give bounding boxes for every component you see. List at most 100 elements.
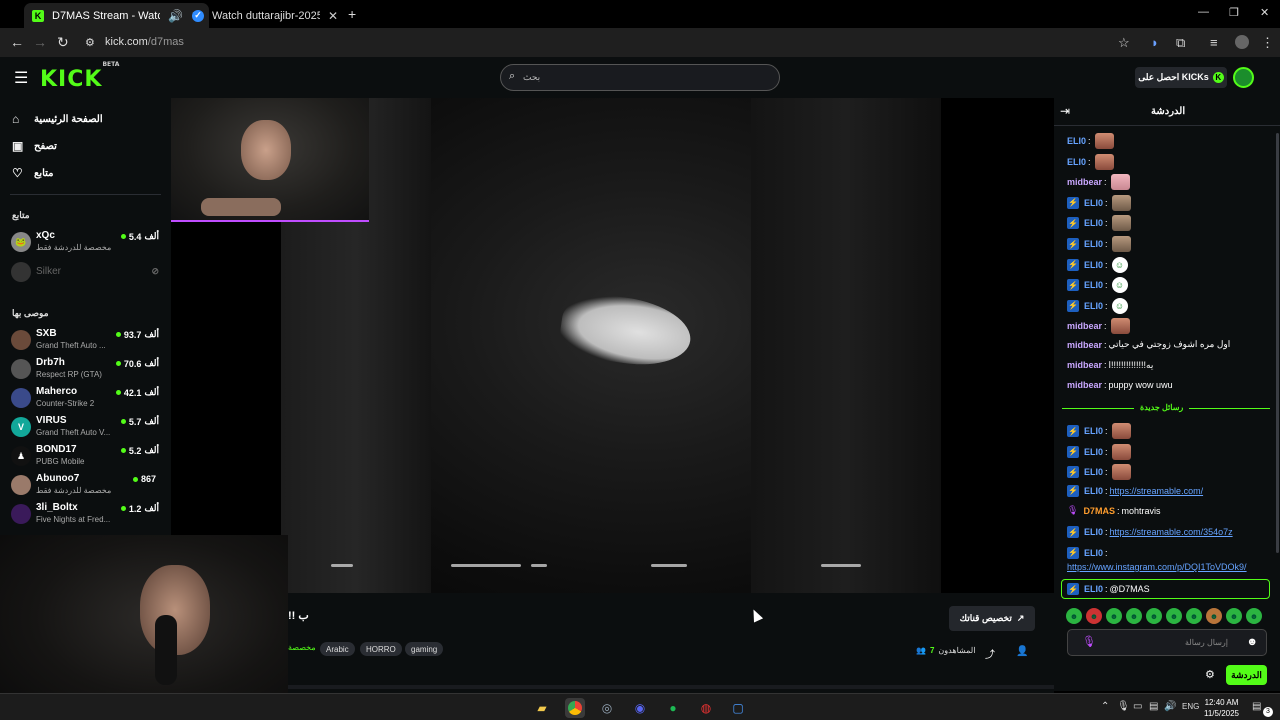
close-tab-icon[interactable]: ✕	[328, 9, 338, 23]
user-avatar[interactable]	[1233, 67, 1254, 88]
steam-icon[interactable]: ◎	[597, 698, 617, 718]
emote-icon[interactable]: ☻	[1186, 608, 1202, 624]
chat-settings-gear-icon[interactable]: ⚙	[1205, 668, 1215, 681]
browser-tab[interactable]: ✓ Watch duttarajibr-20250304_2 ✕	[184, 3, 346, 28]
emote-icon[interactable]	[1094, 153, 1114, 170]
extensions-icon[interactable]: ⧉	[1176, 35, 1185, 51]
emote-icon[interactable]: ☻	[1066, 608, 1082, 624]
chat-username[interactable]: ELI0	[1084, 447, 1103, 457]
emote-icon[interactable]	[1110, 174, 1130, 191]
forward-icon[interactable]: →	[33, 34, 47, 50]
tray-network-icon[interactable]: ▤	[1149, 701, 1158, 712]
tray-display-icon[interactable]: ▭	[1133, 701, 1142, 712]
tag-pill[interactable]: Arabic	[320, 642, 355, 656]
chat-input[interactable]: 🎙 إرسال رسالة ☻	[1067, 629, 1267, 656]
chat-send-button[interactable]: الدردشة	[1226, 665, 1267, 685]
chat-username[interactable]: ELI0	[1084, 260, 1103, 270]
speaker-icon[interactable]: 🔊	[168, 9, 183, 23]
discord-icon[interactable]: ◉	[630, 698, 650, 718]
chat-link[interactable]: https://streamable.com/354o7z	[1110, 527, 1233, 537]
channel-silker[interactable]: Silker ⊘	[10, 258, 165, 286]
url-field[interactable]: kick.com/d7mas	[105, 36, 184, 48]
tray-volume-icon[interactable]: 🔊	[1164, 701, 1176, 712]
channel-maherco[interactable]: Maherco Counter-Strike 2 42.1 ألف	[10, 384, 165, 412]
emote-icon[interactable]: ☻	[1206, 608, 1222, 624]
chat-username[interactable]: D7MAS	[1083, 506, 1115, 516]
emote-icon[interactable]: ☻	[1146, 608, 1162, 624]
close-window-icon[interactable]: ✕	[1260, 6, 1269, 19]
chat-username[interactable]: midbear	[1067, 360, 1102, 370]
channel-virus[interactable]: V VIRUS Grand Theft Auto V... 5.7 ألف	[10, 413, 165, 441]
chat-username[interactable]: ELI0	[1084, 548, 1103, 558]
chat-username[interactable]: ELI0	[1084, 218, 1103, 228]
chat-username[interactable]: midbear	[1067, 177, 1102, 187]
chat-username[interactable]: midbear	[1067, 380, 1102, 390]
notification-icon[interactable]: ▤	[1252, 701, 1261, 712]
media-queue-icon[interactable]: ≡	[1210, 35, 1218, 50]
scroll-track[interactable]	[288, 685, 1054, 689]
language-indicator[interactable]: ENG	[1182, 702, 1199, 711]
browser-menu-icon[interactable]: ⋮	[1261, 35, 1274, 51]
emote-icon[interactable]	[1094, 133, 1114, 149]
reload-icon[interactable]: ↻	[57, 34, 69, 51]
restore-icon[interactable]: ❐	[1229, 6, 1239, 19]
channel-xqc[interactable]: 🐸 xQc مخصصة للدردشة فقط 5.4 ألف	[10, 228, 165, 256]
kick-logo[interactable]: KICKBETA	[40, 61, 119, 92]
get-kicks-button[interactable]: احصل على KICKs K	[1135, 67, 1227, 88]
extension-audio-icon[interactable]: ◗	[1151, 35, 1159, 50]
spotify-icon[interactable]: ●	[663, 698, 683, 718]
channel-3li-boltx[interactable]: 3li_Boltx Five Nights at Fred... 1.2 ألف	[10, 500, 165, 528]
emoji-picker-icon[interactable]: ☻	[1246, 636, 1258, 648]
site-info-icon[interactable]: ⚙	[85, 36, 95, 49]
chat-username[interactable]: midbear	[1067, 340, 1102, 350]
sidebar-item-browse[interactable]: ▣ تصفح	[12, 139, 57, 153]
app-icon[interactable]: ▢	[728, 698, 748, 718]
tag-pill[interactable]: HORRO	[360, 642, 402, 656]
chrome-icon[interactable]	[565, 698, 585, 718]
bookmark-star-icon[interactable]: ☆	[1118, 35, 1130, 51]
emote-icon[interactable]	[1111, 194, 1131, 211]
chat-link[interactable]: https://www.instagram.com/p/DQI1ToVDOk9/	[1067, 562, 1247, 572]
share-icon[interactable]: ⤴	[985, 646, 995, 661]
chat-username[interactable]: ELI0	[1084, 467, 1103, 477]
emote-icon[interactable]	[1111, 215, 1131, 232]
emote-icon[interactable]: ☻	[1226, 608, 1242, 624]
emote-icon[interactable]: ☺	[1111, 297, 1128, 314]
chat-username[interactable]: ELI0	[1084, 301, 1103, 311]
channel-abunoo7[interactable]: Abunoo7 مخصصة للدردشة فقط 867	[10, 471, 165, 499]
sidebar-item-home[interactable]: ⌂ الصفحة الرئيسية	[12, 112, 103, 126]
chat-link[interactable]: https://streamable.com/	[1110, 486, 1204, 496]
tag-pill[interactable]: gaming	[405, 642, 444, 656]
customize-channel-button[interactable]: تخصيص قناتك ↗	[949, 606, 1035, 631]
collapse-chat-icon[interactable]: ⇥	[1060, 104, 1070, 118]
hamburger-menu-icon[interactable]: ☰	[14, 68, 28, 88]
tray-chevron-icon[interactable]: ⌃	[1101, 701, 1109, 712]
stream-category[interactable]: مخصصة	[288, 643, 316, 652]
chat-username[interactable]: ELI0	[1084, 584, 1103, 594]
chat-username[interactable]: ELI0	[1084, 280, 1103, 290]
chat-username[interactable]: ELI0	[1067, 157, 1086, 167]
follow-user-icon[interactable]: 👤	[1016, 646, 1028, 657]
emote-icon[interactable]	[1111, 236, 1131, 252]
profile-avatar-icon[interactable]	[1235, 35, 1249, 49]
chat-username[interactable]: ELI0	[1084, 239, 1103, 249]
chat-username[interactable]: ELI0	[1084, 426, 1103, 436]
chat-username[interactable]: ELI0	[1067, 136, 1086, 146]
emote-icon[interactable]: ☻	[1106, 608, 1122, 624]
chat-username[interactable]: midbear	[1067, 321, 1102, 331]
tray-mic-icon[interactable]: 🎙	[1117, 701, 1130, 712]
search-input[interactable]: ⌕ بحث	[500, 64, 780, 91]
browser-tab-active[interactable]: K D7MAS Stream - Watch Live 🔊 ✕	[24, 3, 210, 28]
channel-drb7h[interactable]: Drb7h Respect RP (GTA) 70.6 ألف	[10, 355, 165, 383]
emote-icon[interactable]	[1110, 318, 1130, 335]
system-clock[interactable]: 12:40 AM 11/5/2025	[1204, 697, 1239, 719]
emote-icon[interactable]	[1111, 443, 1131, 460]
chat-scrollbar[interactable]	[1276, 133, 1279, 553]
emote-icon[interactable]: ☻	[1126, 608, 1142, 624]
minimize-icon[interactable]: —	[1198, 6, 1209, 18]
chat-username[interactable]: ELI0	[1084, 527, 1103, 537]
file-explorer-icon[interactable]: ▰	[532, 698, 552, 718]
mic-icon[interactable]: 🎙	[1082, 635, 1096, 648]
emote-icon[interactable]: ☻	[1246, 608, 1262, 624]
channel-bond17[interactable]: ♟ BOND17 PUBG Mobile 5.2 ألف	[10, 442, 165, 470]
